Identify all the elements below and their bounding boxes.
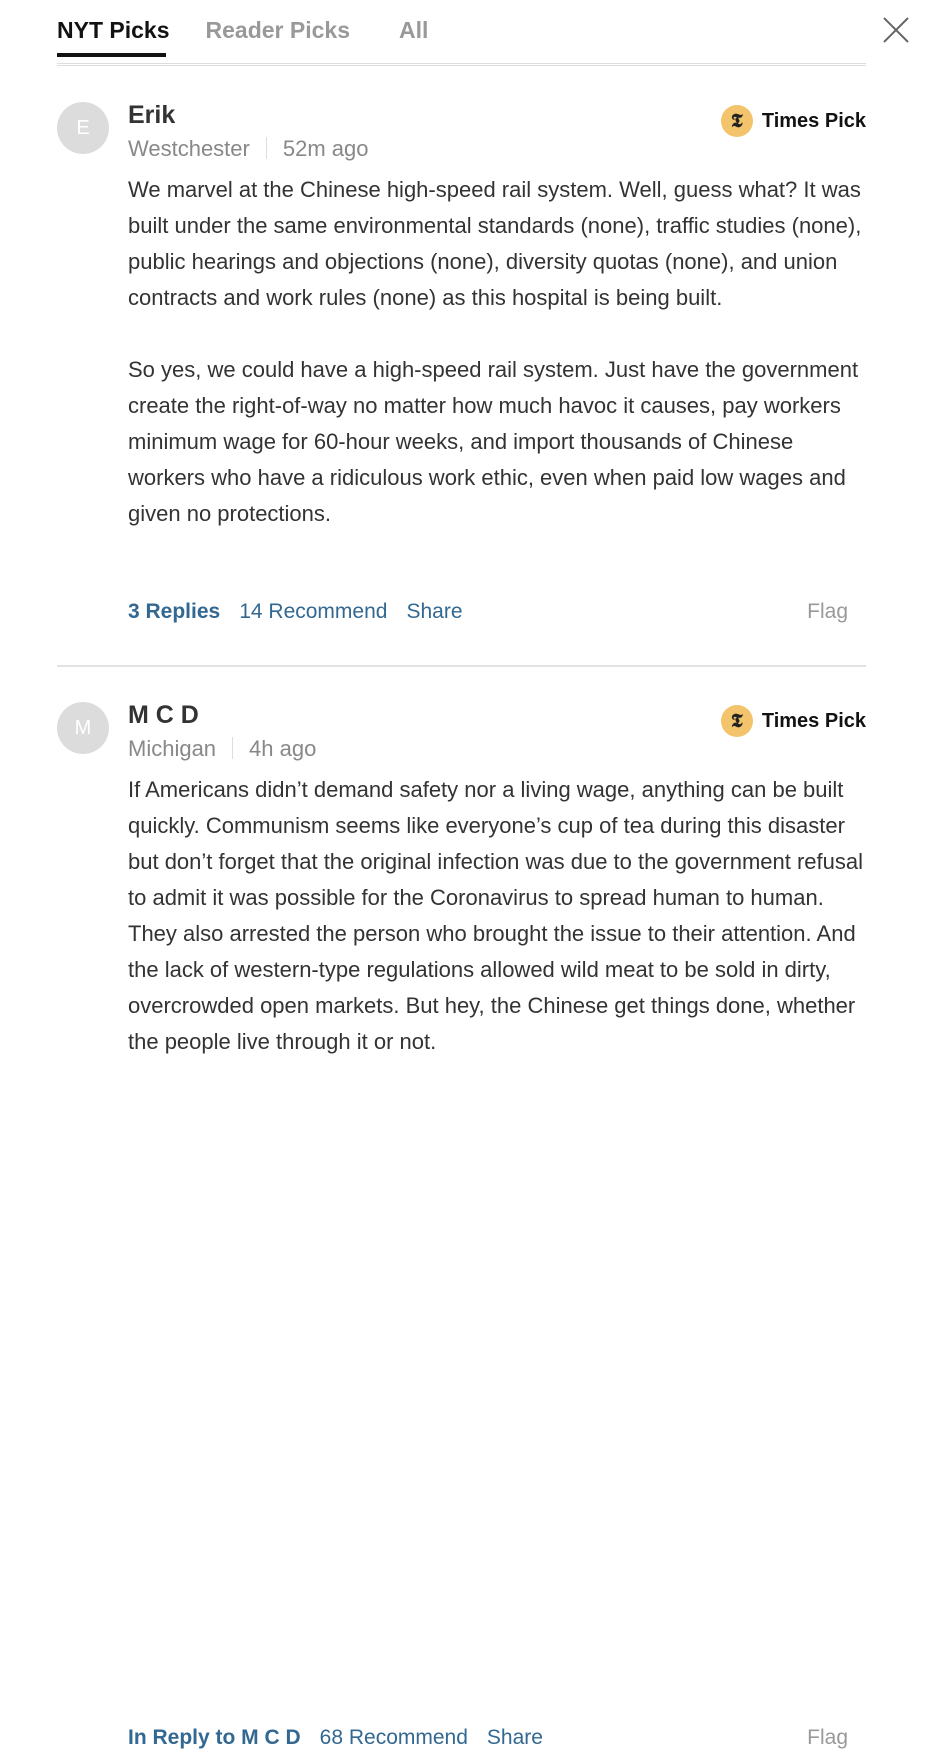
meta-separator bbox=[232, 737, 234, 759]
times-pick-badge: 𝕿 Times Pick bbox=[720, 105, 866, 137]
comment-divider bbox=[57, 665, 866, 667]
share-button[interactable]: Share bbox=[406, 599, 462, 625]
replies-button[interactable]: 3 Replies bbox=[128, 599, 220, 625]
recommend-button[interactable]: 14 Recommend bbox=[239, 599, 387, 625]
comment-author[interactable]: M C D bbox=[128, 700, 199, 730]
nyt-t-logo-icon: 𝕿 bbox=[720, 105, 753, 137]
comment-actions: 3 Replies 14 Recommend Share Flag bbox=[128, 599, 848, 625]
comment-body: We marvel at the Chinese high-speed rail… bbox=[128, 172, 868, 532]
comment-meta: Michigan 4h ago bbox=[128, 734, 316, 764]
times-pick-label: Times Pick bbox=[761, 709, 866, 732]
avatar: E bbox=[57, 102, 109, 154]
times-pick-label: Times Pick bbox=[761, 109, 866, 132]
active-tab-indicator bbox=[57, 53, 166, 57]
close-button[interactable] bbox=[880, 14, 912, 46]
tab-nyt-picks[interactable]: NYT Picks bbox=[57, 14, 170, 46]
meta-separator bbox=[265, 137, 267, 159]
comment-actions: In Reply to M C D 68 Recommend Share Fla… bbox=[128, 1725, 848, 1751]
flag-button[interactable]: Flag bbox=[807, 1725, 848, 1751]
recommend-button[interactable]: 68 Recommend bbox=[320, 1725, 468, 1751]
times-pick-badge: 𝕿 Times Pick bbox=[720, 705, 866, 737]
nyt-t-logo-icon: 𝕿 bbox=[720, 705, 753, 737]
share-button[interactable]: Share bbox=[487, 1725, 543, 1751]
comment-tabs: NYT Picks Reader Picks All bbox=[57, 14, 428, 46]
comment-paragraph: So yes, we could have a high-speed rail … bbox=[128, 357, 859, 526]
comment-time: 52m ago bbox=[282, 136, 369, 161]
comment-meta: Westchester 52m ago bbox=[128, 134, 368, 164]
in-reply-to-link[interactable]: In Reply to M C D bbox=[128, 1725, 301, 1751]
flag-button[interactable]: Flag bbox=[807, 599, 848, 625]
avatar: M bbox=[57, 702, 109, 754]
comment-time: 4h ago bbox=[249, 736, 317, 761]
comment-location: Westchester bbox=[128, 136, 250, 161]
tab-reader-picks[interactable]: Reader Picks bbox=[206, 14, 350, 46]
comment-body: If Americans didn’t demand safety nor a … bbox=[128, 772, 868, 1060]
comment-paragraph: We marvel at the Chinese high-speed rail… bbox=[128, 177, 862, 310]
header-divider bbox=[57, 63, 866, 66]
comment-paragraph: If Americans didn’t demand safety nor a … bbox=[128, 777, 864, 1054]
comment-author[interactable]: Erik bbox=[128, 100, 175, 130]
close-icon bbox=[883, 17, 909, 43]
comment-location: Michigan bbox=[128, 736, 217, 761]
tab-all[interactable]: All bbox=[399, 14, 428, 46]
